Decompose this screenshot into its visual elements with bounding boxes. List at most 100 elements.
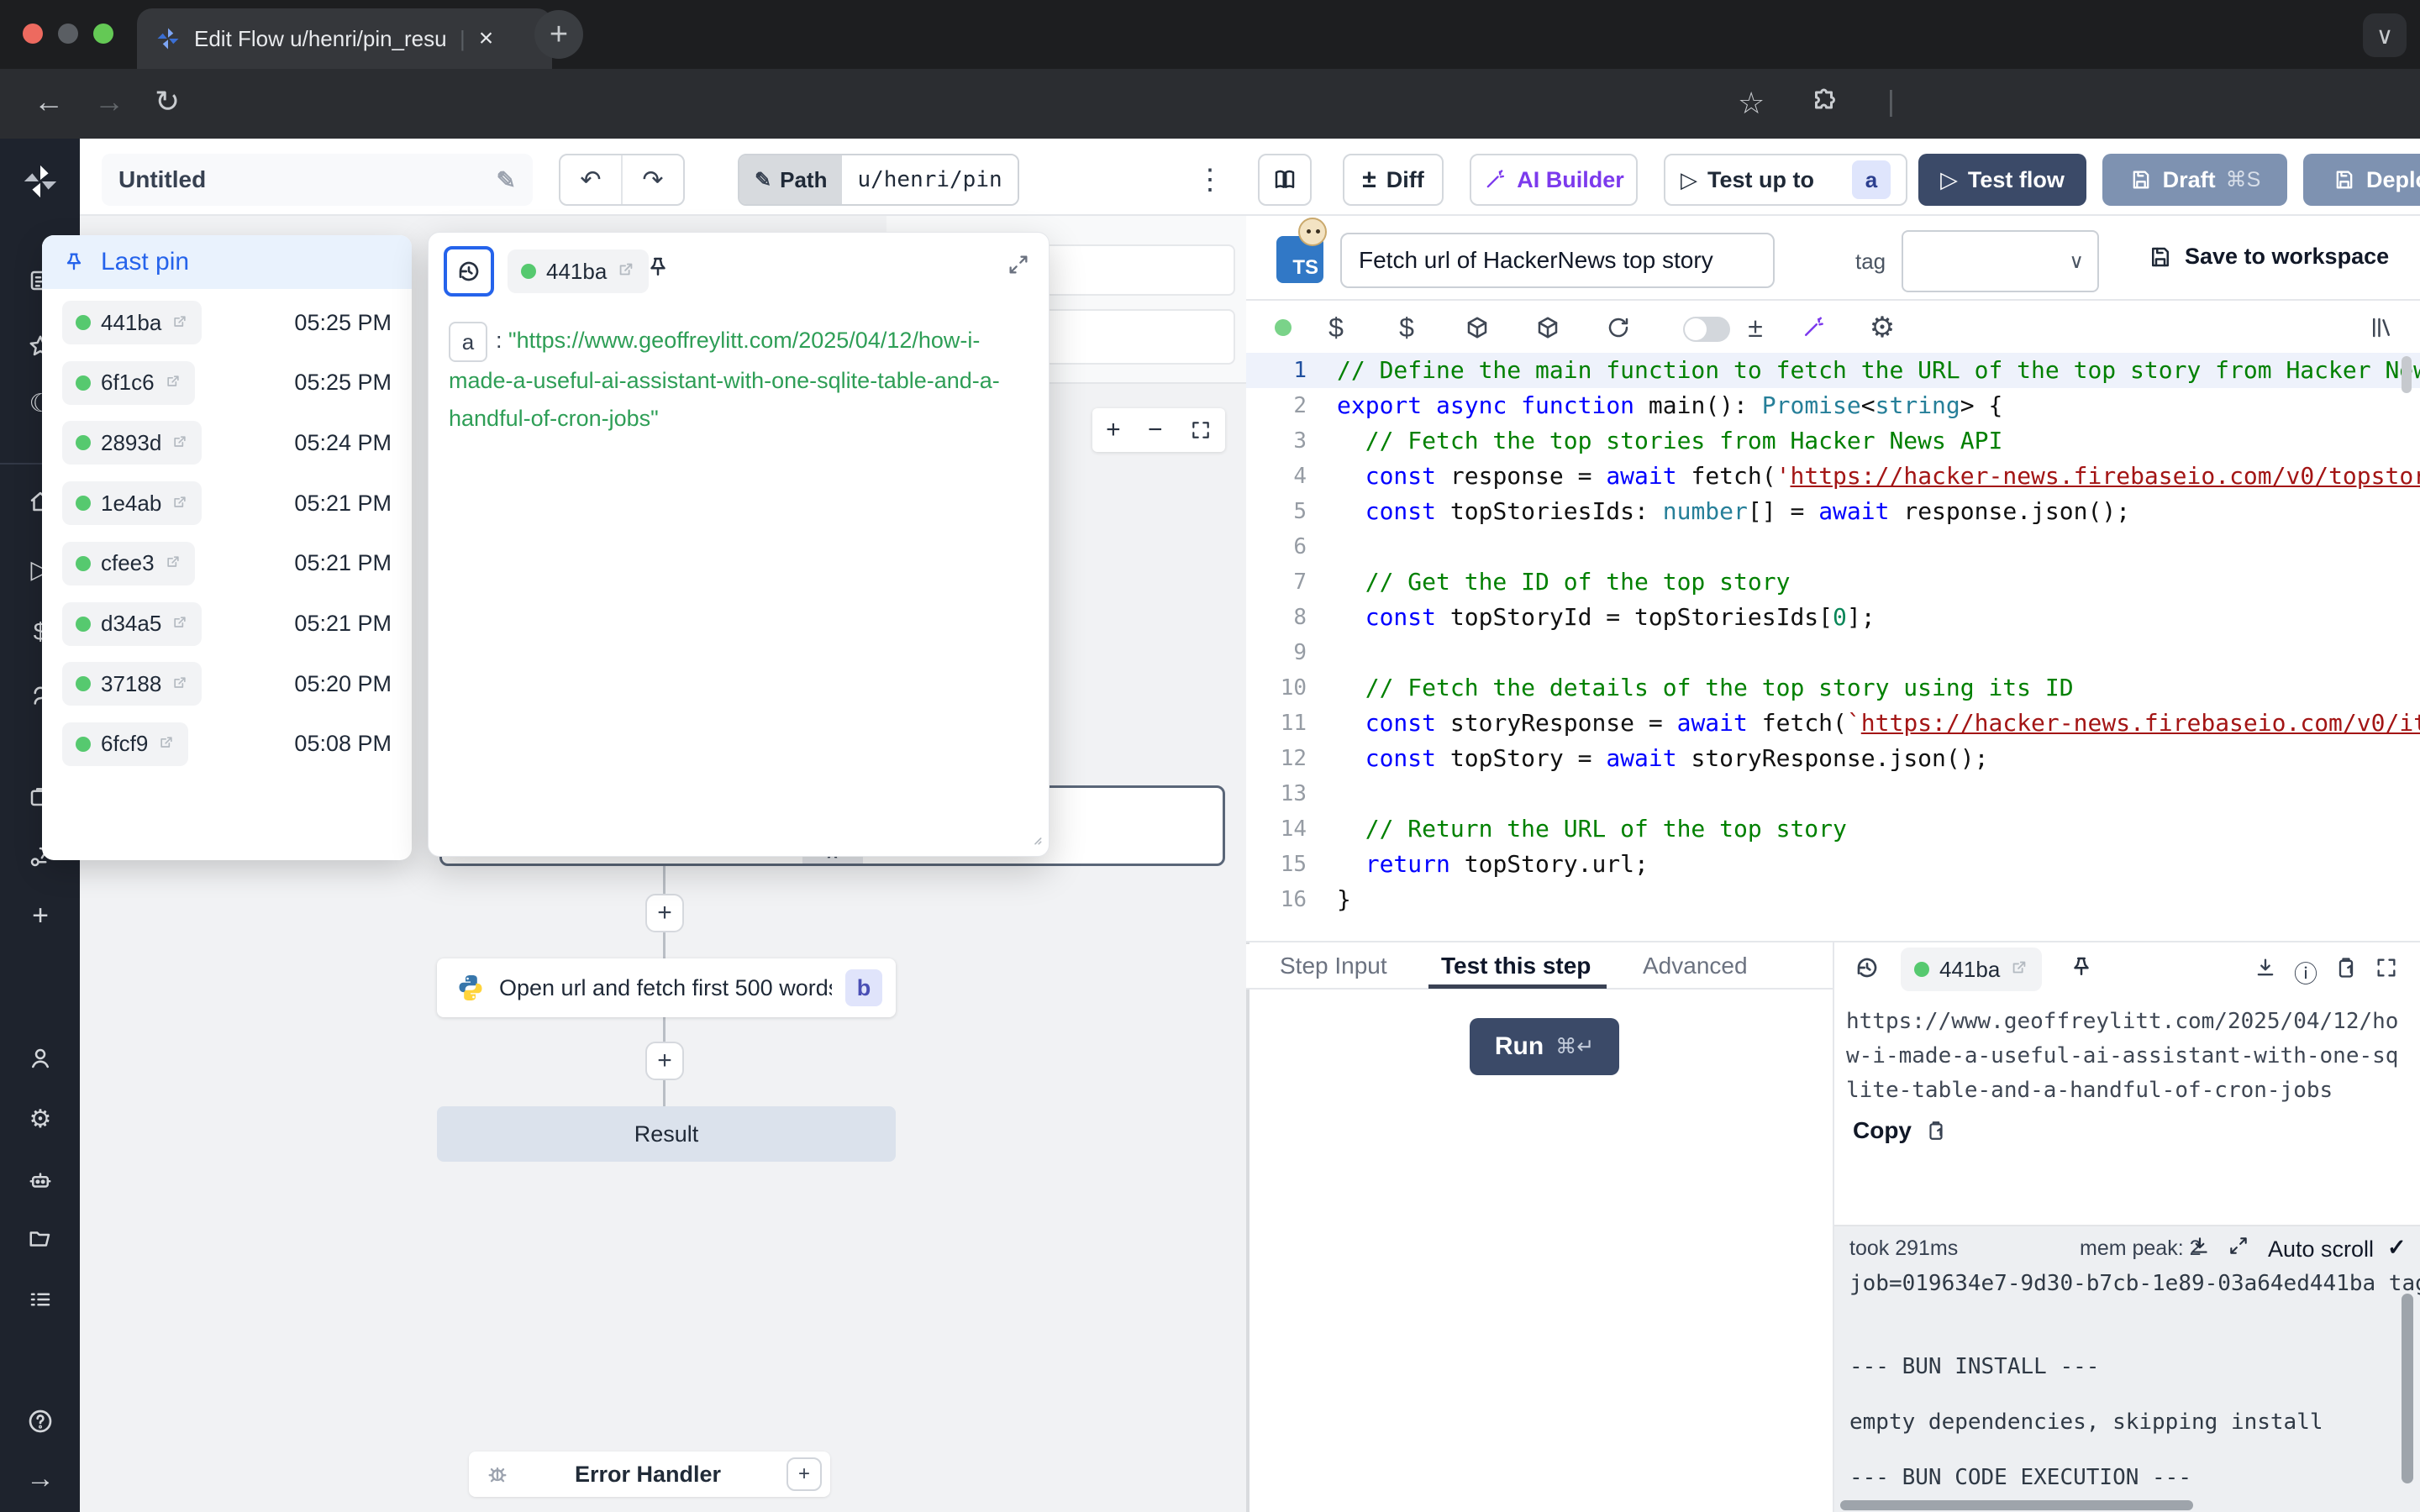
pin-item[interactable]: 1e4ab05:21 PM [55, 473, 398, 533]
test-up-to-button[interactable]: ▷ Test up to a [1664, 154, 1907, 206]
code-editor[interactable]: 1// Define the main function to fetch th… [1246, 353, 2420, 941]
reload-icon[interactable] [1603, 312, 1634, 343]
add-error-handler-button[interactable]: + [786, 1457, 822, 1491]
back-icon[interactable]: ← [34, 84, 64, 119]
log-horizontal-scrollbar[interactable] [1840, 1500, 2193, 1510]
code-line[interactable]: 11 const storyResponse = await fetch(`ht… [1246, 706, 2420, 741]
save-to-workspace-button[interactable]: Save to workspace [2148, 244, 2389, 270]
history-button[interactable] [444, 246, 494, 297]
download-logs-icon[interactable] [2189, 1235, 2211, 1261]
code-line[interactable]: 2export async function main(): Promise<s… [1246, 388, 2420, 423]
tab-advanced[interactable]: Advanced [1643, 953, 1748, 979]
tag-select[interactable]: ∨ [1902, 230, 2099, 292]
edit-title-pencil-icon[interactable]: ✎ [497, 166, 516, 194]
variables-dollar-icon[interactable]: $ [1321, 312, 1351, 343]
external-link-icon[interactable] [617, 259, 635, 285]
pin-item[interactable]: cfee305:21 PM [55, 533, 398, 594]
pin-icon[interactable] [645, 255, 671, 284]
tab-close-icon[interactable]: × [479, 24, 494, 53]
code-line[interactable]: 10 // Fetch the details of the top story… [1246, 670, 2420, 706]
fit-view-icon[interactable] [1190, 419, 1212, 441]
insert-step-button[interactable]: + [645, 1042, 684, 1080]
sidebar-workers-list-icon[interactable] [26, 1285, 55, 1314]
history-icon[interactable] [1854, 954, 1881, 985]
python-step-node[interactable]: Open url and fetch first 500 words of ..… [437, 958, 896, 1017]
sidebar-user-icon[interactable] [26, 1044, 55, 1073]
minimize-window-button[interactable] [58, 24, 78, 44]
editor-scrollbar[interactable] [2402, 356, 2412, 393]
settings-gear-icon[interactable]: ⚙ [1867, 312, 1897, 343]
diff-mode-toggle[interactable] [1683, 317, 1730, 342]
windmill-logo[interactable] [21, 162, 60, 205]
new-tab-button[interactable]: + [534, 10, 583, 59]
code-line[interactable]: 12 const topStory = await storyResponse.… [1246, 741, 2420, 776]
expand-result-icon[interactable] [2375, 956, 2398, 984]
package-icon[interactable] [1462, 312, 1492, 343]
forward-icon[interactable]: → [94, 84, 124, 119]
library-icon[interactable] [2366, 312, 2396, 343]
sidebar-add-icon[interactable]: + [26, 901, 55, 930]
code-line[interactable]: 15 return topStory.url; [1246, 847, 2420, 882]
external-link-icon[interactable] [171, 611, 188, 637]
sidebar-help-icon[interactable] [26, 1407, 55, 1436]
zoom-out-icon[interactable]: − [1148, 416, 1163, 444]
run-button[interactable]: Run ⌘↵ [1470, 1018, 1619, 1075]
pin-icon[interactable] [2069, 954, 2094, 984]
pin-item[interactable]: 441ba05:25 PM [55, 292, 398, 353]
code-line[interactable]: 6 [1246, 529, 2420, 564]
tab-overflow-button[interactable]: ∨ [2363, 13, 2407, 57]
external-link-icon[interactable] [171, 430, 188, 456]
pin-item[interactable]: 6f1c605:25 PM [55, 353, 398, 413]
zoom-window-button[interactable] [93, 24, 113, 44]
browser-tab[interactable]: Edit Flow u/henri/pin_results | × [137, 8, 552, 69]
redo-button[interactable]: ↷ [623, 155, 683, 204]
zoom-in-icon[interactable]: + [1106, 416, 1121, 444]
sidebar-ai-robot-icon[interactable] [26, 1166, 55, 1194]
reload-icon[interactable]: ↻ [155, 84, 180, 119]
code-line[interactable]: 13 [1246, 776, 2420, 811]
sidebar-folders-icon[interactable] [26, 1225, 55, 1253]
insert-step-button[interactable]: + [645, 894, 684, 932]
autoscroll-check-icon[interactable]: ✓ [2387, 1235, 2407, 1261]
code-line[interactable]: 16} [1246, 882, 2420, 917]
code-line[interactable]: 5 const topStoriesIds: number[] = await … [1246, 494, 2420, 529]
external-link-icon[interactable] [171, 491, 188, 517]
ai-builder-button[interactable]: AI Builder [1470, 154, 1638, 206]
external-link-icon[interactable] [2010, 957, 2028, 983]
autoscroll-label[interactable]: Auto scroll [2268, 1236, 2374, 1263]
resize-grip[interactable] [1027, 830, 1044, 851]
diff-button[interactable]: ± Diff [1343, 154, 1444, 206]
step-title-input[interactable] [1340, 233, 1775, 288]
code-line[interactable]: 3 // Fetch the top stories from Hacker N… [1246, 423, 2420, 459]
pin-job-pill[interactable]: 441ba [62, 301, 202, 344]
resources-dollar-icon[interactable]: $ [1392, 312, 1422, 343]
tab-test-this-step[interactable]: Test this step [1441, 953, 1591, 979]
pin-job-pill[interactable]: 2893d [62, 421, 202, 465]
extensions-icon[interactable] [1810, 87, 1840, 122]
result-job-pill[interactable]: 441ba [1901, 948, 2042, 991]
flow-title-field[interactable]: Untitled ✎ [102, 154, 533, 206]
pin-job-pill[interactable]: 37188 [62, 662, 202, 706]
code-line[interactable]: 8 const topStoryId = topStoriesIds[0]; [1246, 600, 2420, 635]
pin-item[interactable]: 2893d05:24 PM [55, 412, 398, 473]
ai-wand-icon[interactable] [1798, 312, 1828, 343]
info-icon[interactable]: ⓘ [2294, 956, 2317, 990]
sidebar-settings-gear-icon[interactable]: ⚙ [26, 1105, 55, 1133]
package-icon[interactable] [1533, 312, 1563, 343]
code-line[interactable]: 9 [1246, 635, 2420, 670]
sidebar-collapse-arrow-icon[interactable]: → [26, 1464, 55, 1493]
code-line[interactable]: 1// Define the main function to fetch th… [1246, 353, 2420, 388]
code-line[interactable]: 7 // Get the ID of the top story [1246, 564, 2420, 600]
external-link-icon[interactable] [171, 671, 188, 697]
pin-job-pill[interactable]: cfee3 [62, 542, 195, 585]
json-key-badge[interactable]: a [449, 322, 487, 362]
plusminus-icon[interactable]: ± [1740, 312, 1770, 343]
popup-job-pill[interactable]: 441ba [508, 249, 649, 293]
tab-step-input[interactable]: Step Input [1280, 953, 1387, 979]
result-node[interactable]: Result [437, 1106, 896, 1162]
pin-item[interactable]: 6fcf905:08 PM [55, 714, 398, 774]
undo-button[interactable]: ↶ [560, 155, 623, 204]
download-result-icon[interactable] [2254, 956, 2277, 984]
pin-item[interactable]: 3718805:20 PM [55, 654, 398, 714]
draft-button[interactable]: Draft ⌘S [2102, 154, 2287, 206]
